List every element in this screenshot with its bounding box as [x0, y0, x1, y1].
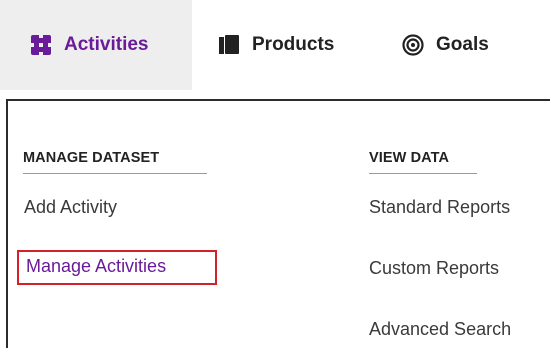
manage-dataset-heading: MANAGE DATASET — [23, 150, 160, 166]
tab-goals-label: Goals — [436, 34, 489, 55]
top-navbar: Activities Products Goals — [0, 0, 550, 90]
manage-activities-link[interactable]: Manage Activities — [26, 256, 166, 277]
tab-goals[interactable]: Goals — [402, 0, 489, 90]
dropdown-left-border — [6, 99, 8, 348]
tab-products[interactable]: Products — [218, 0, 334, 90]
add-activity-link[interactable]: Add Activity — [24, 197, 117, 218]
tab-activities[interactable]: Activities — [0, 0, 192, 90]
tab-activities-label: Activities — [64, 34, 149, 55]
activities-puzzle-icon — [30, 34, 52, 56]
view-data-heading: VIEW DATA — [369, 150, 450, 166]
standard-reports-link[interactable]: Standard Reports — [369, 197, 510, 218]
tab-products-label: Products — [252, 34, 335, 55]
dropdown-top-border — [6, 99, 550, 101]
books-icon — [218, 35, 240, 55]
custom-reports-link[interactable]: Custom Reports — [369, 258, 499, 279]
view-data-underline — [369, 173, 477, 174]
target-icon — [402, 34, 424, 56]
page: Activities Products Goals MANAGE DATASET… — [0, 0, 550, 348]
manage-dataset-underline — [23, 173, 207, 174]
advanced-search-link[interactable]: Advanced Search — [369, 319, 511, 340]
